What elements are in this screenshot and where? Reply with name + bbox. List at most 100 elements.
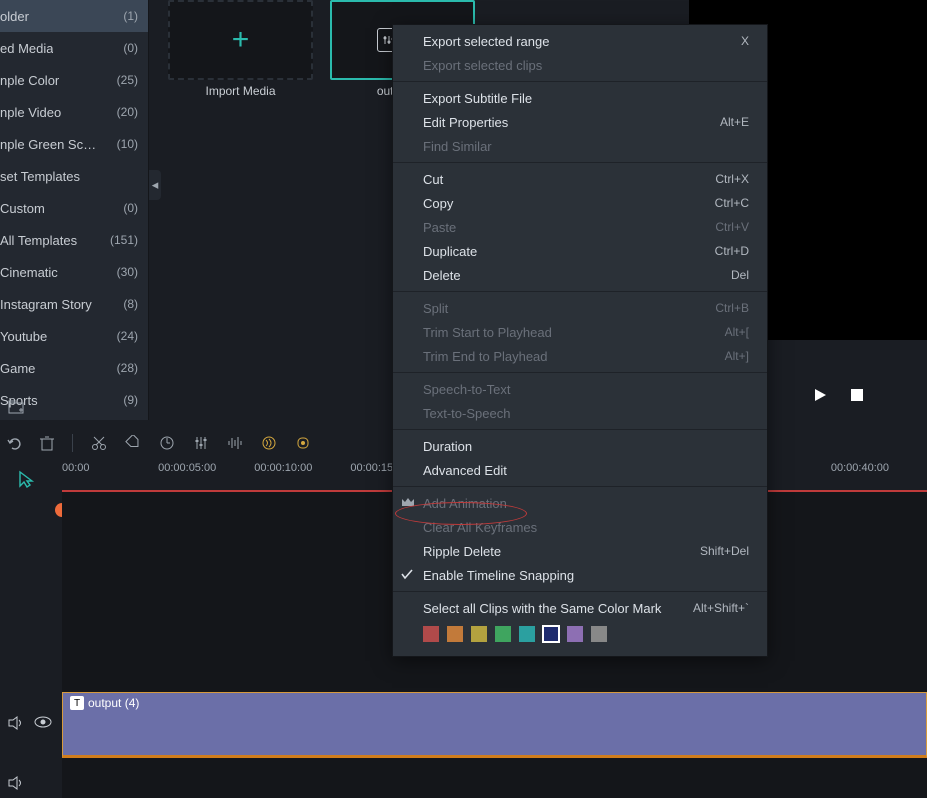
sidebar-item[interactable]: nple Green Scre...(10) [0,128,148,160]
video-track-controls [8,716,52,730]
sidebar-item-label: set Templates [0,169,80,184]
context-menu-item[interactable]: Duration [393,434,767,458]
selection-tool-icon[interactable] [18,470,36,488]
context-menu-item[interactable]: Advanced Edit [393,458,767,482]
context-menu-label: Advanced Edit [423,463,507,478]
sidebar-item[interactable]: Youtube(24) [0,320,148,352]
context-menu-item[interactable]: DeleteDel [393,263,767,287]
context-menu-item[interactable]: Export selected rangeX [393,29,767,53]
context-menu-item: Add Animation [393,491,767,515]
text-track-icon: T [70,696,84,710]
context-menu-item[interactable]: Export Subtitle File [393,86,767,110]
sidebar-item-label: ed Media [0,41,53,56]
context-menu-item[interactable]: Select all Clips with the Same Color Mar… [393,596,767,620]
check-icon [401,568,413,580]
context-menu-shortcut: Ctrl+V [715,220,749,234]
context-menu-label: Select all Clips with the Same Color Mar… [423,601,661,616]
context-menu-item: Trim End to PlayheadAlt+] [393,344,767,368]
context-menu-shortcut: Ctrl+D [715,244,749,258]
sidebar-item-label: nple Video [0,105,61,120]
context-menu-item: PasteCtrl+V [393,215,767,239]
color-volume-icon[interactable] [261,435,277,451]
import-media-tile[interactable]: + [168,0,313,80]
new-folder-icon[interactable] [8,400,24,414]
sidebar-item-count: (0) [123,41,138,55]
context-menu-item[interactable]: DuplicateCtrl+D [393,239,767,263]
context-menu-item[interactable]: Cut Ctrl+X [393,167,767,191]
sidebar-item-count: (25) [117,73,138,87]
sidebar-item-count: (1) [123,9,138,23]
undo-icon[interactable] [6,435,22,451]
cut-icon[interactable] [91,435,107,451]
color-swatch[interactable] [447,626,463,642]
color-swatch[interactable] [495,626,511,642]
context-menu-label: Cut [423,172,443,187]
sidebar-item[interactable]: older(1) [0,0,148,32]
context-menu-shortcut: Alt+] [725,349,749,363]
visibility-icon[interactable] [34,716,52,730]
audio-wave-icon[interactable] [227,435,243,451]
color-swatch[interactable] [519,626,535,642]
context-menu-shortcut: Alt+[ [725,325,749,339]
audio-track-mute[interactable] [8,776,24,790]
plus-icon: + [232,23,250,57]
context-menu-item: Text-to-Speech [393,401,767,425]
sidebar-item[interactable]: Cinematic(30) [0,256,148,288]
color-swatch[interactable] [471,626,487,642]
clip-label: T output (4) [70,696,139,710]
sidebar-actions [0,395,149,419]
stop-button[interactable] [851,389,863,401]
sidebar-item-label: Custom [0,201,45,216]
clip-label-text: output (4) [88,696,139,710]
sidebar-item[interactable]: All Templates (151) [0,224,148,256]
color-swatch[interactable] [567,626,583,642]
context-menu-label: Copy [423,196,453,211]
sidebar-item-label: All Templates [0,233,77,248]
timeline-clip[interactable] [62,692,927,758]
delete-icon[interactable] [40,435,54,451]
sidebar-item[interactable]: set Templates [0,160,148,192]
sidebar-item[interactable]: ed Media (0) [0,32,148,64]
sidebar-item[interactable]: nple Video(20) [0,96,148,128]
sidebar-item-label: nple Color [0,73,59,88]
ruler-tick: 00:00:05:00 [158,462,254,484]
context-menu-shortcut: Ctrl+X [715,172,749,186]
context-menu-group: Speech-to-Text Text-to-Speech [393,373,767,430]
context-menu-item[interactable]: CopyCtrl+C [393,191,767,215]
ruler-tick: 00:00 [62,462,158,484]
color-swatch[interactable] [591,626,607,642]
play-button[interactable] [813,388,827,402]
collapse-sidebar-handle[interactable]: ◂ [149,170,161,200]
context-menu: Export selected rangeXExport selected cl… [392,24,768,657]
sliders-icon[interactable] [193,435,209,451]
context-menu-label: Ripple Delete [423,544,501,559]
sidebar-item[interactable]: Game(28) [0,352,148,384]
context-menu-item[interactable]: Ripple DeleteShift+Del [393,539,767,563]
ruler-tick: 00:00:10:00 [254,462,350,484]
tag-icon[interactable] [125,435,141,451]
import-media-label: Import Media [168,84,313,98]
context-menu-label: Speech-to-Text [423,382,510,397]
context-menu-item: SplitCtrl+B [393,296,767,320]
sidebar-item-count: (0) [123,201,138,215]
sidebar-item-count: (8) [123,297,138,311]
sidebar-item[interactable]: nple Color (25) [0,64,148,96]
autoreframe-icon[interactable] [295,435,311,451]
context-menu-item[interactable]: Enable Timeline Snapping [393,563,767,587]
color-swatch[interactable] [543,626,559,642]
sidebar: older(1) ed Media (0) nple Color (25) nple Vi… [0,0,149,420]
sidebar-item[interactable]: Custom (0) [0,192,148,224]
context-menu-shortcut: Ctrl+B [715,301,749,315]
context-menu-item[interactable]: Edit PropertiesAlt+E [393,110,767,134]
mute-icon[interactable] [8,716,24,730]
sidebar-item-label: Youtube [0,329,47,344]
context-menu-shortcut: Alt+Shift+` [693,601,749,615]
color-swatch[interactable] [423,626,439,642]
sidebar-item-count: (28) [117,361,138,375]
context-menu-shortcut: Del [731,268,749,282]
sidebar-item-count: (151) [110,233,138,247]
speed-icon[interactable] [159,435,175,451]
sidebar-item[interactable]: Instagram Story(8) [0,288,148,320]
context-menu-group: Export Subtitle FileEdit PropertiesAlt+E… [393,82,767,163]
context-menu-label: Edit Properties [423,115,508,130]
